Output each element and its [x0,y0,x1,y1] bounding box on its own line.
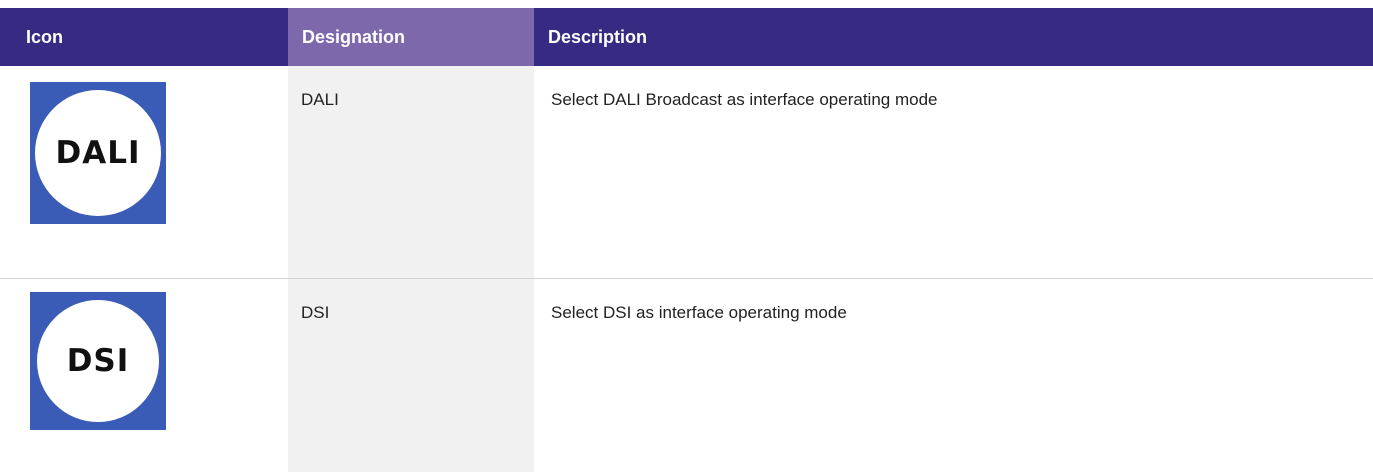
designation-cell: DALI [301,90,339,109]
table-header: Icon Designation Description [0,8,1373,66]
table-row: DALI DALI Select DALI Broadcast as inter… [0,66,1373,278]
dali-icon-label: DALI [35,90,161,216]
dsi-icon: DSI [30,292,166,430]
dsi-icon-label: DSI [37,300,159,422]
header-description: Description [548,26,648,47]
description-cell: Select DSI as interface operating mode [551,303,847,322]
header-icon: Icon [26,26,64,47]
header-designation: Designation [288,8,534,66]
description-cell: Select DALI Broadcast as interface opera… [551,90,938,109]
designation-cell: DSI [301,303,330,322]
table-row: DSI DSI Select DSI as interface operatin… [0,279,1373,472]
icon-table: Icon Designation Description DALI DALI S… [0,8,1373,472]
dali-icon: DALI [30,82,166,224]
